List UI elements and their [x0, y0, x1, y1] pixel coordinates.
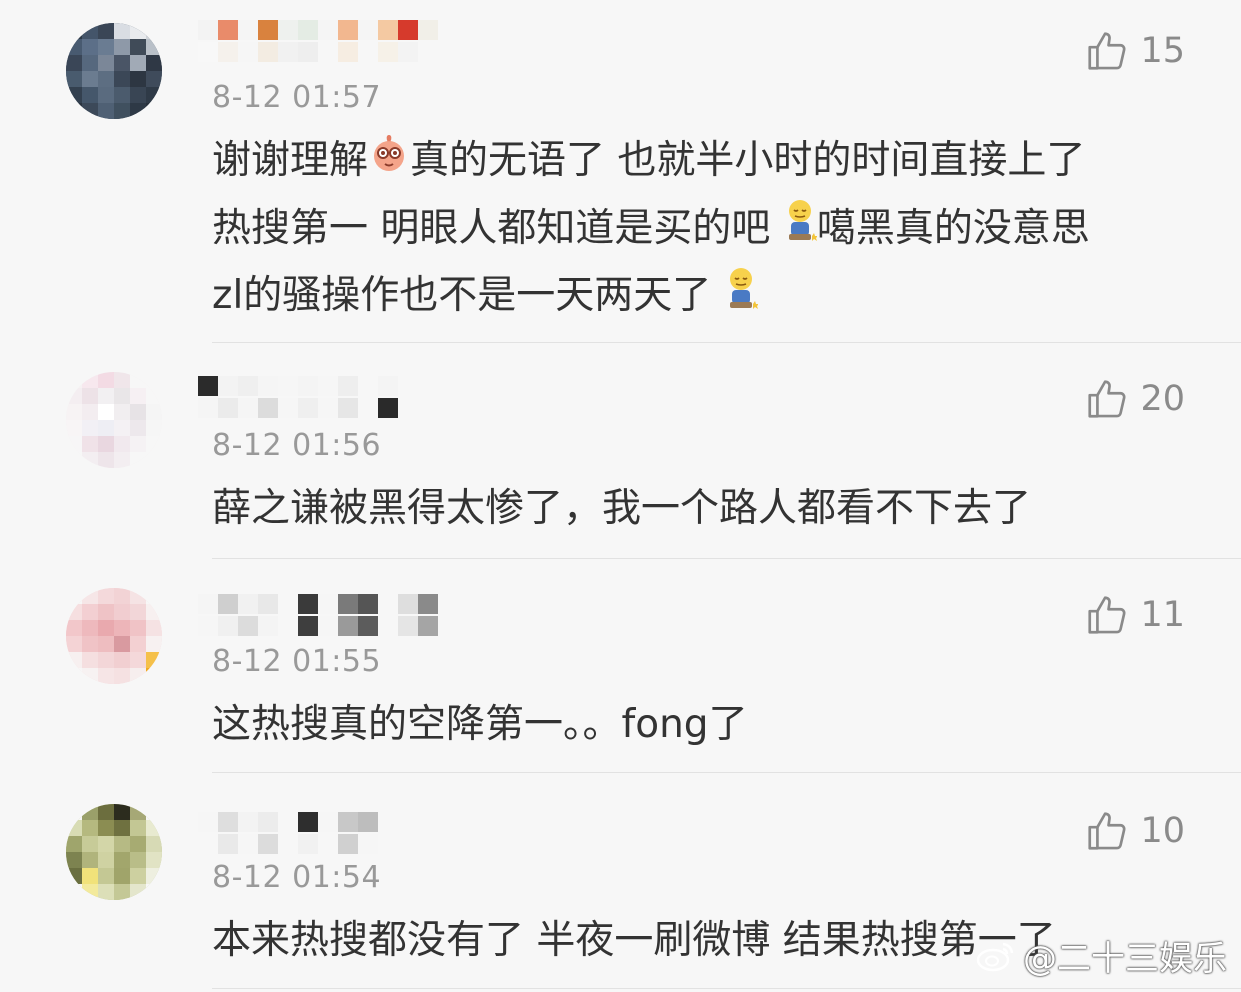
comment-time: 8-12 01:57	[212, 80, 382, 115]
username-blurred[interactable]	[198, 812, 378, 856]
avatar[interactable]	[66, 804, 162, 900]
avatar[interactable]	[66, 23, 162, 119]
avatar[interactable]	[66, 372, 162, 468]
comment-text: 薛之谦被黑得太惨了，我一个路人都看不下去了	[212, 486, 1032, 531]
watermark: @二十三娱乐	[975, 931, 1227, 980]
divider	[212, 558, 1241, 559]
username-blurred[interactable]	[198, 594, 438, 638]
divider	[212, 772, 1241, 773]
divider	[212, 342, 1241, 343]
emoji-icon	[368, 130, 410, 196]
emoji-icon	[724, 265, 759, 331]
comment-text: 这热搜真的空降第一。。fong了	[212, 702, 748, 747]
username-blurred[interactable]	[198, 20, 438, 64]
username-blurred[interactable]	[198, 376, 398, 420]
like-count: 11	[1140, 595, 1185, 635]
like-button[interactable]: 15	[1084, 28, 1185, 74]
like-button[interactable]: 20	[1084, 376, 1185, 422]
thumbs-up-icon	[1088, 812, 1126, 850]
like-count: 20	[1140, 379, 1185, 419]
divider	[212, 988, 1241, 989]
watermark-text: @二十三娱乐	[1023, 939, 1227, 979]
like-count: 15	[1140, 31, 1185, 71]
weibo-logo-icon	[976, 942, 1014, 971]
thumbs-up-icon	[1088, 596, 1126, 634]
like-button[interactable]: 10	[1084, 808, 1185, 854]
emoji-icon	[783, 197, 818, 263]
comment-time: 8-12 01:56	[212, 428, 382, 463]
comment-text: 谢谢理解 真的无语了 也就半小时的时间直接上了 热搜第一 明眼人都知道是买的吧 噶…	[212, 128, 1171, 331]
thumbs-up-icon	[1088, 380, 1126, 418]
like-button[interactable]: 11	[1084, 592, 1185, 638]
thumbs-up-icon	[1088, 32, 1126, 70]
comment-time: 8-12 01:54	[212, 860, 382, 895]
avatar[interactable]	[66, 588, 162, 684]
like-count: 10	[1140, 811, 1185, 851]
comment-time: 8-12 01:55	[212, 644, 382, 679]
